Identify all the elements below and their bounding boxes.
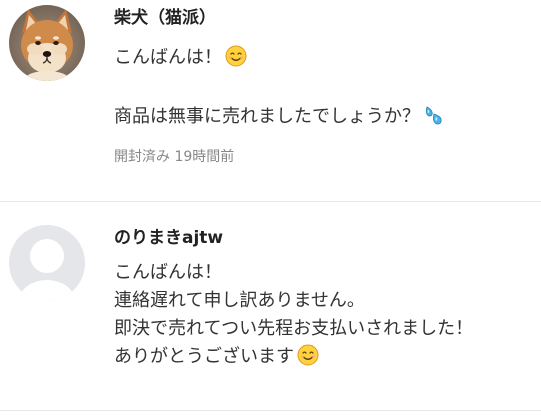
comment-item: 柴犬（猫派） こんばんは！ 商品は無事に売れましたでしょうか？ 開封済み 19時… bbox=[0, 0, 541, 201]
comment-text-line: ありがとうございます bbox=[114, 343, 535, 371]
comment-text-line: 即決で売れてつい先程お支払いされました！ bbox=[114, 318, 474, 339]
comment-item: のりまきajtw こんばんは！ 連絡遅れて申し訳ありません。 即決で売れてつい先… bbox=[0, 202, 541, 413]
shiba-dog-avatar[interactable] bbox=[9, 5, 85, 81]
comment-text: こんばんは！ bbox=[114, 47, 222, 68]
comment-thread: 柴犬（猫派） こんばんは！ 商品は無事に売れましたでしょうか？ 開封済み 19時… bbox=[0, 0, 541, 415]
comment-text-line: 連絡遅れて申し訳ありません。 bbox=[114, 290, 365, 311]
comment-body: 柴犬（猫派） こんばんは！ 商品は無事に売れましたでしょうか？ 開封済み 19時… bbox=[114, 6, 535, 167]
comment-text-line: こんばんは！ bbox=[114, 262, 222, 283]
default-user-avatar[interactable] bbox=[9, 225, 85, 301]
sweat-droplets-icon bbox=[425, 106, 442, 125]
comment-text: ありがとうございます bbox=[114, 346, 294, 367]
comment-text-line: 商品は無事に売れましたでしょうか？ bbox=[114, 103, 535, 131]
comment-text: 商品は無事に売れましたでしょうか？ bbox=[114, 106, 420, 127]
comment-username[interactable]: のりまきajtw bbox=[114, 226, 535, 250]
divider bbox=[0, 410, 541, 411]
read-status: 開封済み 19時間前 bbox=[114, 149, 235, 165]
smiling-face-icon bbox=[225, 45, 247, 67]
comment-text-line: こんばんは！ bbox=[114, 44, 535, 72]
default-user-icon bbox=[9, 225, 85, 301]
comment-body: のりまきajtw こんばんは！ 連絡遅れて申し訳ありません。 即決で売れてつい先… bbox=[114, 226, 535, 371]
shiba-dog-icon bbox=[9, 5, 85, 81]
comment-username[interactable]: 柴犬（猫派） bbox=[114, 6, 535, 30]
smiling-face-icon bbox=[297, 344, 319, 366]
